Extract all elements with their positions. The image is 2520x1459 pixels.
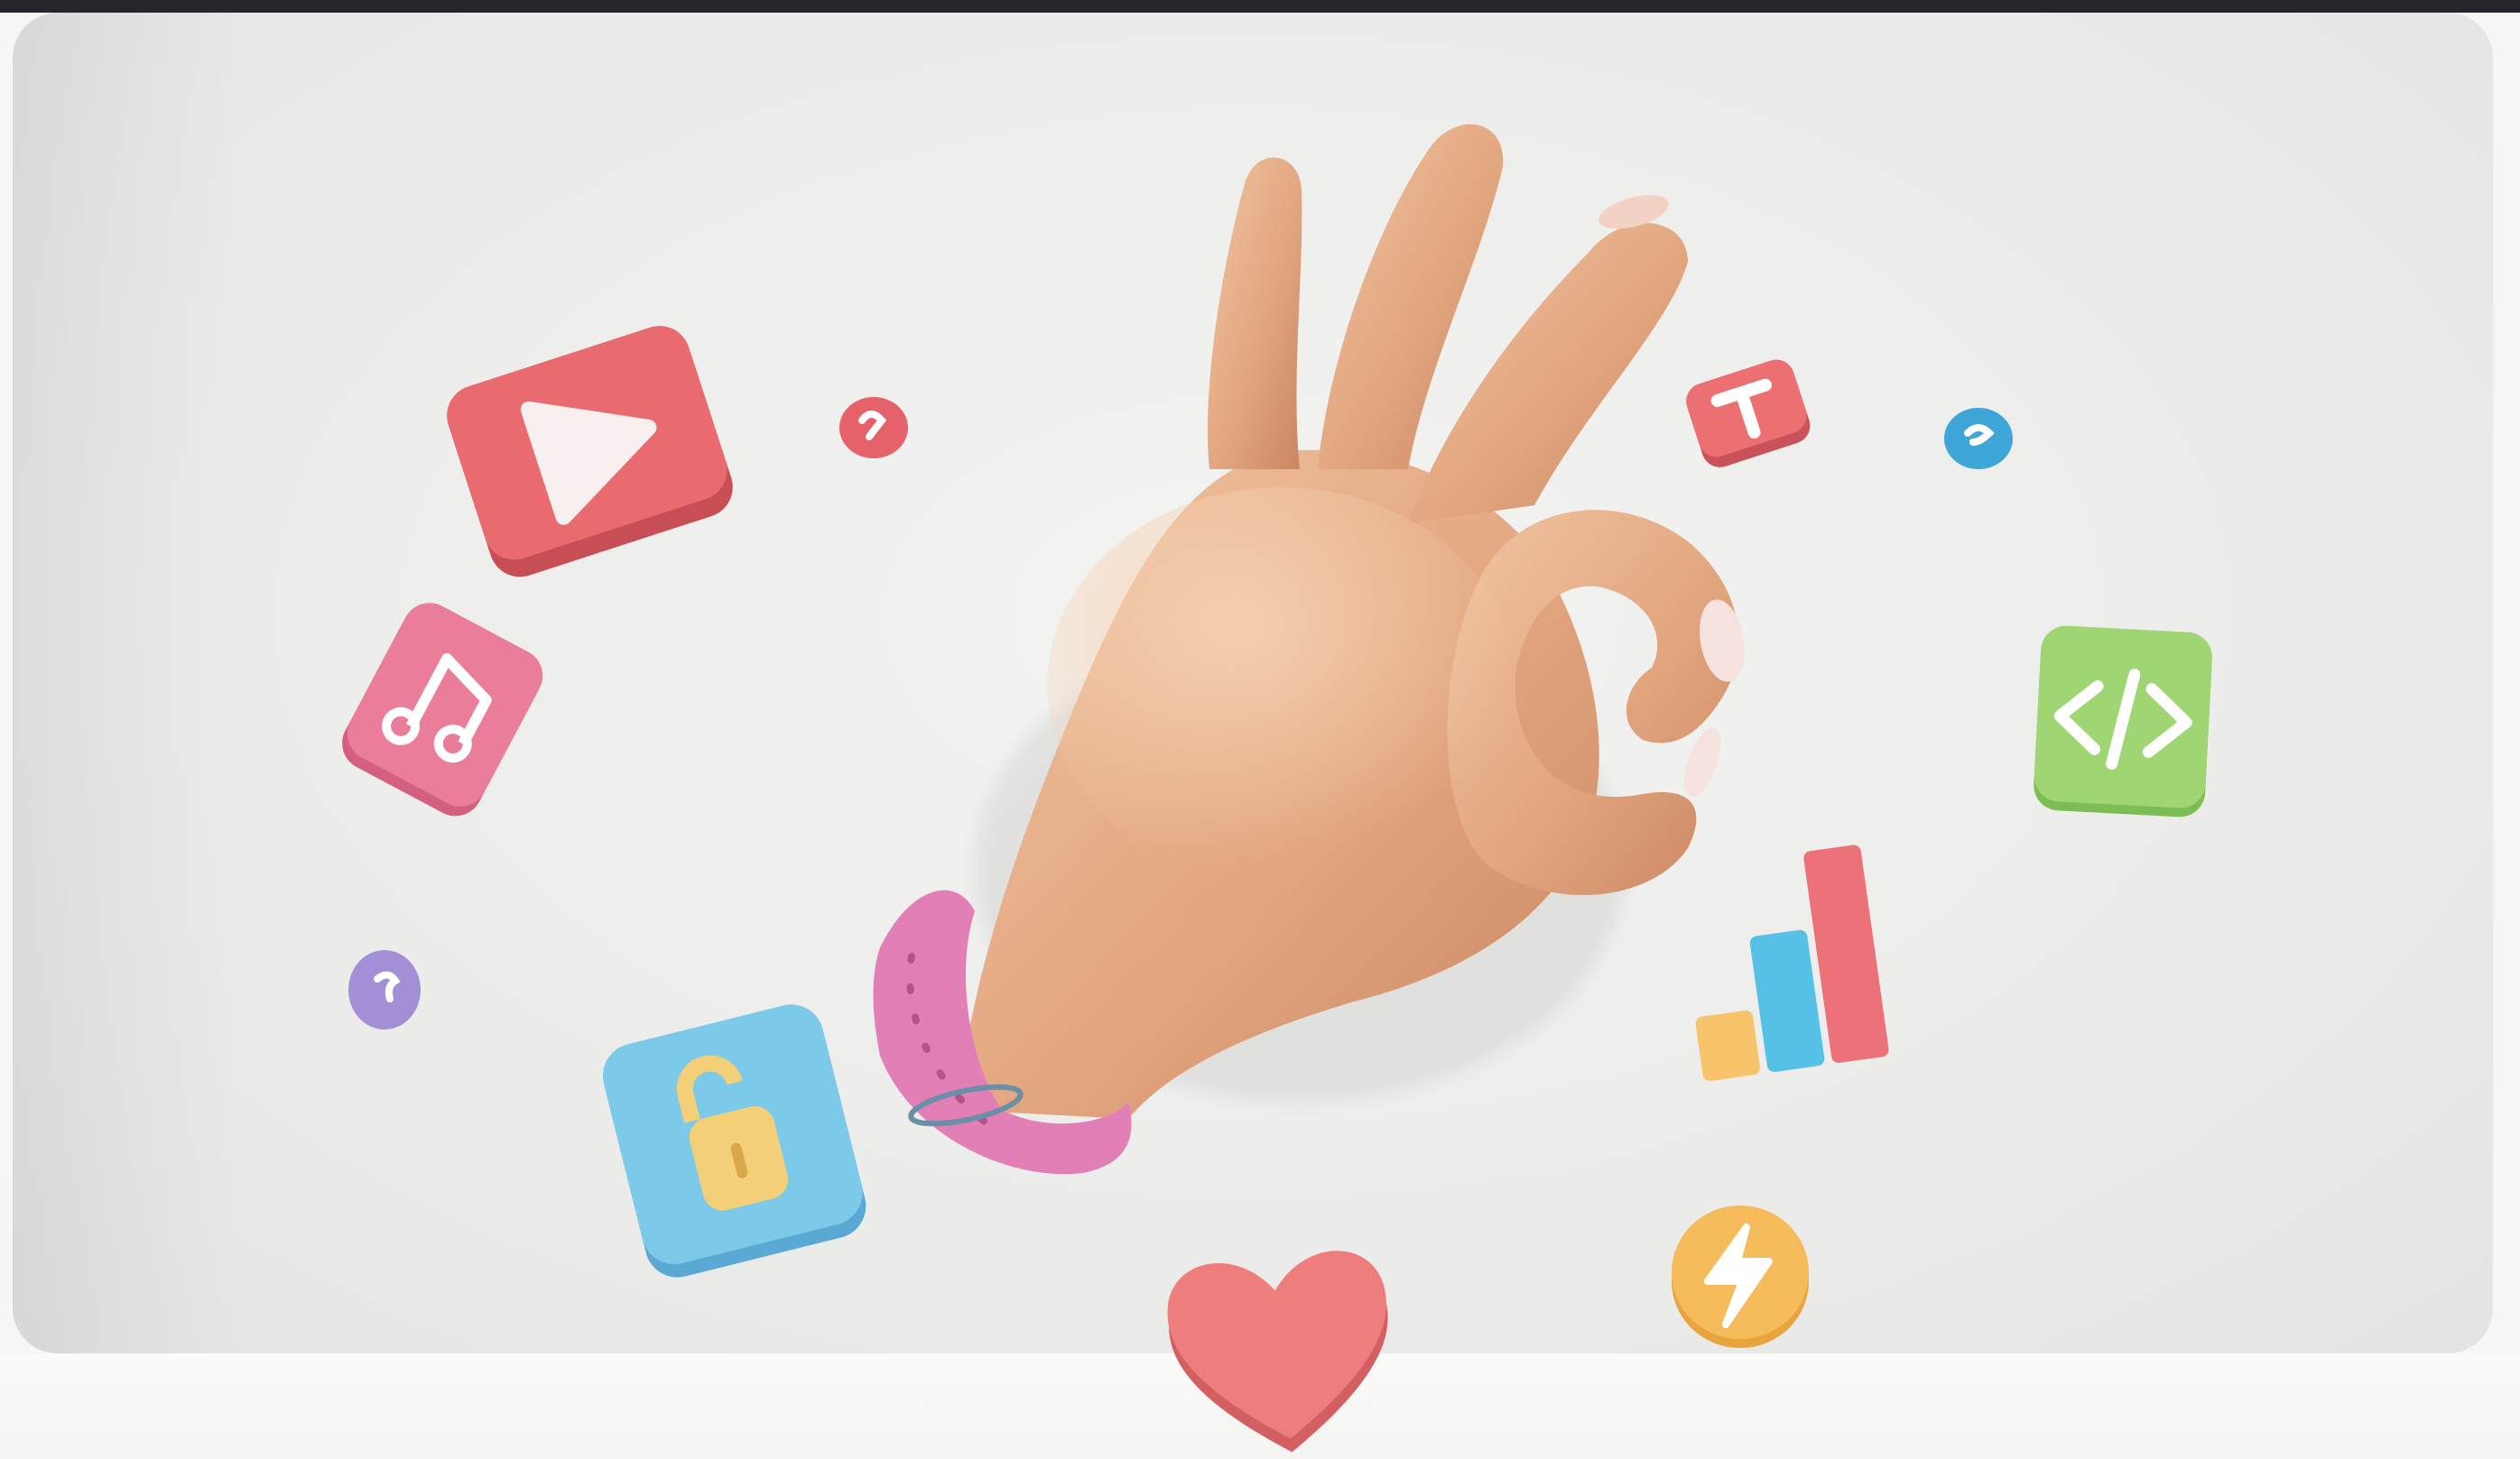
text-t-icon [1686,359,1811,467]
bar-chart-icon [1695,845,1889,1082]
music-note-icon [342,603,543,817]
heart-icon [1167,1251,1388,1453]
illustration [342,124,2212,1453]
small-purple-dot-icon [348,950,421,1030]
hand-ok-gesture [873,124,1745,1175]
code-icon [2034,625,2212,817]
lightning-icon [1672,1205,1809,1348]
unlock-icon [602,1004,866,1278]
small-red-dot-icon [839,397,908,458]
small-blue-dot-icon [1944,408,2013,469]
play-icon [447,326,733,577]
